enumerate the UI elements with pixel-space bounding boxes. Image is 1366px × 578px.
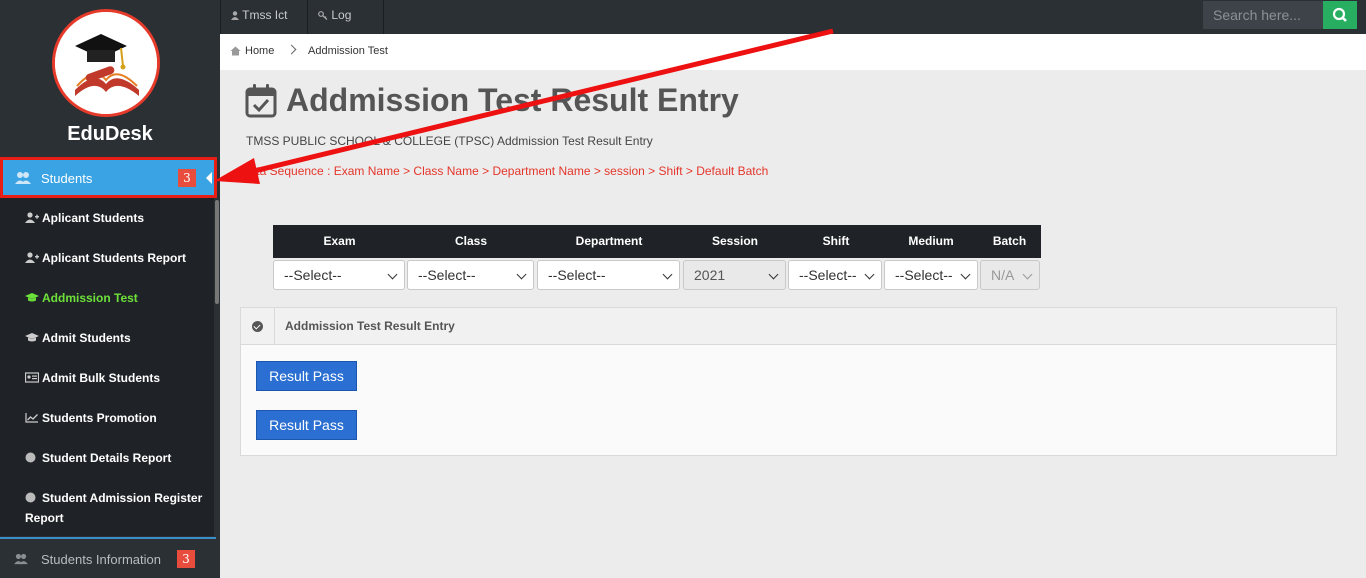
result-entry-panel: Addmission Test Result Entry Result Pass… xyxy=(240,307,1337,456)
chevron-down-icon xyxy=(1022,269,1033,280)
class-select[interactable]: --Select-- xyxy=(407,260,534,290)
sidebar-item-student-details-report[interactable]: Student Details Report xyxy=(25,448,205,468)
chevron-down-icon xyxy=(864,269,875,280)
sidebar-item-label: Student Admission Register Report xyxy=(25,491,203,525)
check-circle-icon xyxy=(252,321,263,332)
count-badge: 3 xyxy=(177,550,195,568)
sidebar-item-label: Admit Students xyxy=(42,331,131,345)
count-badge: 3 xyxy=(178,169,196,187)
select-value: --Select-- xyxy=(284,267,342,283)
chevron-down-icon xyxy=(960,269,971,280)
user-plus-icon xyxy=(25,252,39,263)
sidebar-item-label: Aplicant Students xyxy=(42,211,145,225)
column-header-session: Session xyxy=(682,225,788,258)
column-header-batch: Batch xyxy=(978,225,1041,258)
sidebar-item-label: Students Information xyxy=(41,552,161,567)
select-value: N/A xyxy=(991,267,1015,283)
sidebar-item-label: Students xyxy=(41,171,93,186)
medium-select[interactable]: --Select-- xyxy=(884,260,978,290)
user-plus-icon xyxy=(25,212,39,223)
sidebar-item-admit-bulk-students[interactable]: Admit Bulk Students xyxy=(25,368,205,388)
chevron-down-icon xyxy=(387,269,398,280)
circle-icon xyxy=(25,452,36,463)
users-icon xyxy=(14,553,28,565)
sidebar-item-students[interactable]: Students 3 xyxy=(0,157,217,198)
sidebar-item-admit-students[interactable]: Admit Students xyxy=(25,328,205,348)
sidebar-item-label: Addmission Test xyxy=(42,291,138,305)
sidebar-item-label: Admit Bulk Students xyxy=(42,371,161,385)
sidebar-item-students-promotion[interactable]: Students Promotion xyxy=(25,408,205,428)
sidebar-item-students-information[interactable]: Students Information 3 xyxy=(0,539,220,578)
sidebar-item-label: Student Details Report xyxy=(42,451,172,465)
panel-header[interactable]: Addmission Test Result Entry xyxy=(241,308,1336,345)
sidebar-item-aplicant-students[interactable]: Aplicant Students xyxy=(25,208,205,228)
school-logo xyxy=(52,9,160,117)
sidebar-item-label: Aplicant Students Report xyxy=(42,251,187,265)
search-button[interactable] xyxy=(1323,1,1357,29)
session-select[interactable]: 2021 xyxy=(683,260,786,290)
column-header-shift: Shift xyxy=(788,225,884,258)
sidebar-scrollbar[interactable] xyxy=(215,200,219,304)
chevron-right-icon xyxy=(286,44,297,55)
batch-select[interactable]: N/A xyxy=(980,260,1040,290)
breadcrumb: Home Addmission Test xyxy=(220,34,1366,70)
user-icon xyxy=(231,11,239,20)
graduation-cap-icon xyxy=(25,293,39,302)
result-pass-button[interactable]: Result Pass xyxy=(256,410,357,440)
select-value: --Select-- xyxy=(548,267,606,283)
logout-button[interactable]: Log Out xyxy=(308,0,384,52)
chevron-down-icon xyxy=(768,269,779,280)
sidebar-item-addmission-test[interactable]: Addmission Test xyxy=(25,288,205,308)
breadcrumb-home-link[interactable]: Home xyxy=(245,45,274,57)
home-icon xyxy=(230,46,241,56)
top-navbar: Tmss Ict Log Out xyxy=(220,0,1366,52)
data-sequence-note: Data Sequence : Exam Name > Class Name >… xyxy=(241,164,769,178)
chevron-down-icon xyxy=(516,269,527,280)
panel-title: Addmission Test Result Entry xyxy=(285,319,455,333)
graduation-cap-icon xyxy=(25,333,39,342)
search-input[interactable] xyxy=(1203,1,1323,29)
column-header-medium: Medium xyxy=(884,225,978,258)
app-brand: EduDesk xyxy=(67,123,153,145)
user-name: Tmss Ict xyxy=(242,8,288,22)
select-value: --Select-- xyxy=(799,267,857,283)
users-icon xyxy=(15,172,31,184)
breadcrumb-current: Addmission Test xyxy=(308,45,388,57)
page-title: Addmission Test Result Entry xyxy=(286,82,739,118)
line-chart-icon xyxy=(25,413,38,423)
shift-select[interactable]: --Select-- xyxy=(788,260,882,290)
divider xyxy=(274,308,275,345)
calendar-check-icon xyxy=(245,84,277,118)
search-icon xyxy=(1332,7,1347,22)
circle-icon xyxy=(25,492,36,503)
key-icon xyxy=(318,11,328,20)
select-value: --Select-- xyxy=(418,267,476,283)
select-value: 2021 xyxy=(694,267,726,283)
id-card-icon xyxy=(25,372,39,383)
department-select[interactable]: --Select-- xyxy=(537,260,680,290)
column-header-exam: Exam xyxy=(273,225,406,258)
column-header-class: Class xyxy=(406,225,536,258)
column-header-department: Department xyxy=(536,225,682,258)
select-value: --Select-- xyxy=(895,267,953,283)
chevron-down-icon xyxy=(662,269,673,280)
sidebar-item-student-admission-register-report[interactable]: Student Admission Register Report xyxy=(25,488,205,528)
sidebar-item-aplicant-students-report[interactable]: Aplicant Students Report xyxy=(25,248,205,268)
sidebar-item-label: Students Promotion xyxy=(42,411,157,425)
sidebar: EduDesk Students 3 Aplicant Students Apl… xyxy=(0,0,220,578)
page-subtitle: TMSS PUBLIC SCHOOL & COLLEGE (TPSC) Addm… xyxy=(246,134,653,148)
chevron-left-icon xyxy=(206,172,212,184)
result-pass-button[interactable]: Result Pass xyxy=(256,361,357,391)
exam-select[interactable]: --Select-- xyxy=(273,260,405,290)
user-menu-button[interactable]: Tmss Ict xyxy=(220,0,308,47)
